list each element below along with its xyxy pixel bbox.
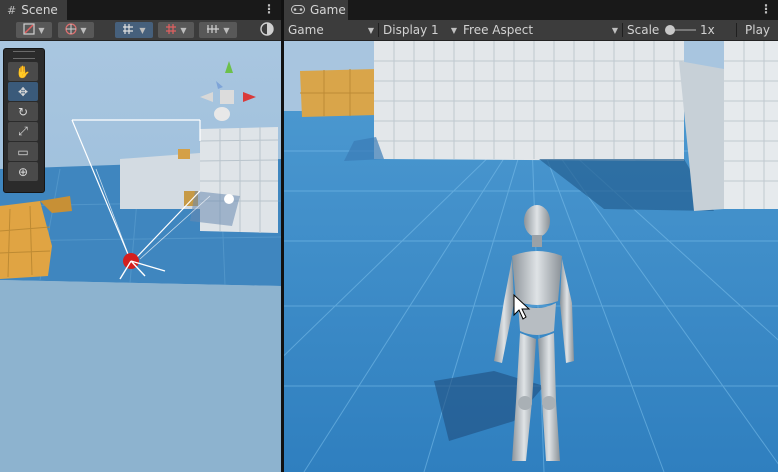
overlay-button[interactable]: ▼ bbox=[199, 22, 237, 38]
game-tab[interactable]: Game bbox=[284, 0, 348, 20]
chevron-down-icon: ▼ bbox=[367, 25, 374, 35]
chevron-down-icon: ▼ bbox=[38, 25, 45, 35]
game-mode-value: Game bbox=[288, 23, 324, 37]
scene-view-panel: # Scene ⋮ ▼ ▼ ▼ ▼ ▼ ✋ ✥ ↻ ⤢ ▭ ⊕ bbox=[0, 0, 281, 472]
game-toolbar: Game ▼ Display 1 ▼ Free Aspect ▼ Scale 1… bbox=[284, 20, 778, 41]
scene-tab[interactable]: # Scene bbox=[0, 0, 67, 20]
scale-tool-icon[interactable]: ⤢ bbox=[8, 122, 38, 141]
grid-icon bbox=[165, 23, 177, 38]
display-dropdown[interactable]: Display 1 ▼ bbox=[383, 20, 457, 40]
draw-mode-button[interactable]: ▼ bbox=[58, 22, 94, 38]
aspect-value: Free Aspect bbox=[463, 23, 534, 37]
gamepad-icon bbox=[291, 4, 305, 17]
game-menu-icon[interactable]: ⋮ bbox=[760, 2, 772, 16]
shading-mode-button[interactable]: ▼ bbox=[16, 22, 52, 38]
grid-hash-icon: # bbox=[7, 3, 17, 17]
hand-tool-icon[interactable]: ✋ bbox=[8, 62, 38, 81]
grid-snap-button[interactable]: ▼ bbox=[115, 22, 153, 38]
rotate-tool-icon[interactable]: ↻ bbox=[8, 102, 38, 121]
scale-slider-handle[interactable] bbox=[665, 25, 675, 35]
aspect-dropdown[interactable]: Free Aspect ▼ bbox=[463, 20, 618, 40]
move-tool-icon[interactable]: ✥ bbox=[8, 82, 38, 101]
scale-label: Scale bbox=[627, 23, 660, 37]
drag-handle[interactable] bbox=[13, 51, 35, 59]
scene-menu-icon[interactable]: ⋮ bbox=[263, 2, 275, 16]
game-tab-bar: Game ⋮ bbox=[284, 0, 778, 20]
divider bbox=[622, 23, 623, 37]
game-mode-dropdown[interactable]: Game ▼ bbox=[288, 20, 374, 40]
orientation-button[interactable] bbox=[257, 21, 277, 39]
tool-palette: ✋ ✥ ↻ ⤢ ▭ ⊕ bbox=[3, 48, 45, 193]
transform-tool-icon[interactable]: ⊕ bbox=[8, 162, 38, 181]
chevron-down-icon: ▼ bbox=[80, 25, 87, 35]
chevron-down-icon: ▼ bbox=[611, 25, 618, 35]
scene-toolbar: ▼ ▼ ▼ ▼ ▼ bbox=[0, 20, 281, 41]
grid-snap-icon bbox=[122, 23, 136, 38]
chevron-down-icon: ▼ bbox=[223, 25, 230, 35]
game-view-panel: Game ⋮ Game ▼ Display 1 ▼ Free Aspect ▼ … bbox=[284, 0, 778, 472]
orientation-icon bbox=[260, 21, 274, 39]
chevron-down-icon: ▼ bbox=[180, 25, 187, 35]
scene-tab-bar: # Scene ⋮ bbox=[0, 0, 281, 20]
rect-tool-icon[interactable]: ▭ bbox=[8, 142, 38, 161]
scene-tab-label: Scene bbox=[21, 3, 58, 17]
grid-visibility-button[interactable]: ▼ bbox=[158, 22, 194, 38]
overlay-icon bbox=[206, 23, 220, 38]
chevron-down-icon: ▼ bbox=[139, 25, 146, 35]
display-value: Display 1 bbox=[383, 23, 439, 37]
scale-value: 1x bbox=[700, 23, 715, 37]
chevron-down-icon: ▼ bbox=[450, 25, 457, 35]
game-viewport[interactable] bbox=[284, 41, 778, 472]
globe-icon bbox=[65, 22, 78, 38]
divider bbox=[378, 23, 379, 37]
play-focus-dropdown[interactable]: Play bbox=[745, 20, 770, 40]
divider bbox=[736, 23, 737, 37]
shading-mode-icon bbox=[23, 22, 36, 38]
game-tab-label: Game bbox=[310, 3, 346, 17]
